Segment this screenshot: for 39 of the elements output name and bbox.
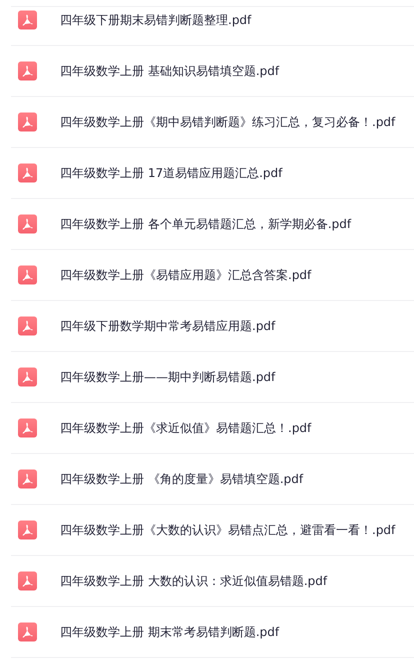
file-item[interactable]: 四年级下册数学期中常考易错应用题.pdf: [11, 301, 414, 352]
file-name: 四年级数学上册——期中判断易错题.pdf: [60, 368, 276, 386]
file-name: 四年级数学上册 17道易错应用题汇总.pdf: [60, 164, 282, 182]
pdf-file-icon: [18, 571, 37, 591]
file-name: 四年级数学上册《易错应用题》汇总含答案.pdf: [60, 266, 312, 284]
file-item[interactable]: 四年级数学上册 17道易错应用题汇总.pdf: [11, 148, 414, 199]
file-name: 四年级数学上册 各个单元易错题汇总，新学期必备.pdf: [60, 216, 352, 232]
file-item[interactable]: 四年级数学上册 期末常考易错判断题.pdf: [11, 607, 414, 658]
file-name: 四年级下册期末易错判断题整理.pdf: [60, 12, 252, 28]
file-item[interactable]: 四年级数学上册 《角的度量》易错填空题.pdf: [11, 454, 414, 505]
pdf-file-icon: [18, 163, 37, 183]
file-name: 四年级数学上册 期末常考易错判断题.pdf: [60, 624, 280, 640]
file-name: 四年级数学上册 《角的度量》易错填空题.pdf: [60, 470, 304, 488]
pdf-file-icon: [18, 265, 37, 285]
file-item[interactable]: 四年级数学上册《大数的认识》易错点汇总，避雷看一看！.pdf: [11, 505, 414, 556]
file-item[interactable]: 四年级数学上册《期中易错判断题》练习汇总，复习必备！.pdf: [11, 97, 414, 148]
file-item[interactable]: 四年级数学上册——期中判断易错题.pdf: [11, 352, 414, 403]
file-item[interactable]: 四年级数学上册 各个单元易错题汇总，新学期必备.pdf: [11, 199, 414, 250]
pdf-file-icon: [18, 367, 37, 387]
pdf-file-icon: [18, 214, 37, 234]
pdf-file-icon: [18, 622, 37, 642]
file-item[interactable]: 四年级数学上册 基础知识易错填空题.pdf: [11, 46, 414, 97]
pdf-file-icon: [18, 316, 37, 336]
file-item[interactable]: 四年级下册期末易错判断题整理.pdf: [11, 0, 414, 46]
file-name: 四年级下册数学期中常考易错应用题.pdf: [60, 318, 276, 334]
file-name: 四年级数学上册《大数的认识》易错点汇总，避雷看一看！.pdf: [60, 522, 396, 538]
pdf-file-icon: [18, 61, 37, 81]
pdf-file-icon: [18, 10, 37, 30]
pdf-file-icon: [18, 418, 37, 438]
file-name: 四年级数学上册《期中易错判断题》练习汇总，复习必备！.pdf: [60, 114, 396, 130]
pdf-file-icon: [18, 112, 37, 132]
file-item[interactable]: 四年级数学上册《易错应用题》汇总含答案.pdf: [11, 250, 414, 301]
pdf-file-icon: [18, 469, 37, 489]
file-name: 四年级数学上册 基础知识易错填空题.pdf: [60, 62, 280, 80]
file-item[interactable]: 四年级数学上册《求近似值》易错题汇总！.pdf: [11, 403, 414, 454]
file-item[interactable]: 四年级数学上册 大数的认识：求近似值易错题.pdf: [11, 556, 414, 607]
file-name: 四年级数学上册 大数的认识：求近似值易错题.pdf: [60, 572, 328, 590]
pdf-file-icon: [18, 520, 37, 540]
file-name: 四年级数学上册《求近似值》易错题汇总！.pdf: [60, 420, 312, 436]
